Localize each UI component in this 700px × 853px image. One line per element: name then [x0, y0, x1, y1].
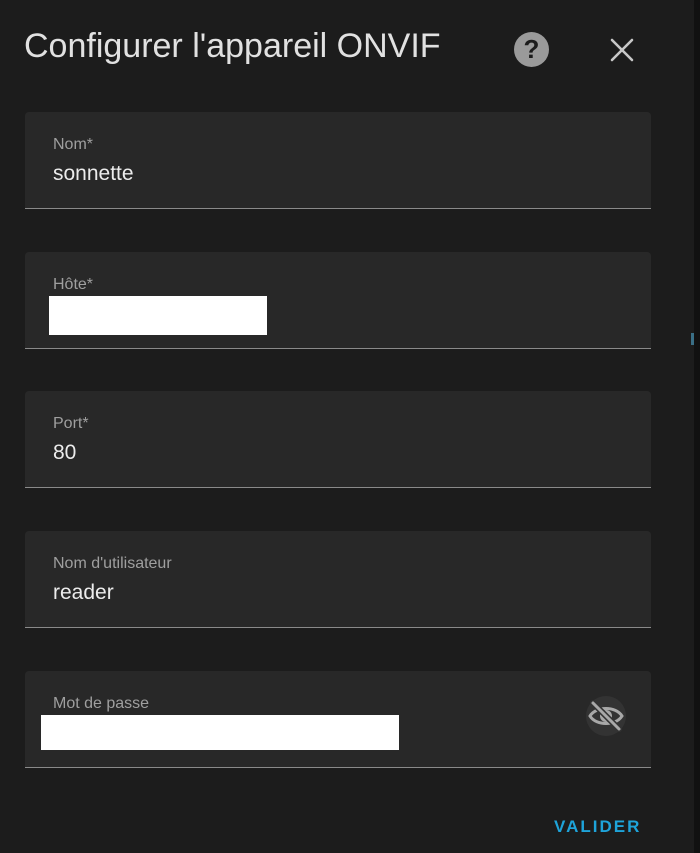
- port-field-value[interactable]: 80: [53, 441, 76, 465]
- username-field-value[interactable]: reader: [53, 581, 114, 605]
- submit-button[interactable]: VALIDER: [548, 810, 647, 844]
- host-field[interactable]: Hôte*: [25, 252, 651, 349]
- username-field[interactable]: Nom d'utilisateur reader: [25, 531, 651, 628]
- name-field-label: Nom*: [53, 136, 94, 153]
- eye-off-icon: [588, 700, 624, 732]
- close-button[interactable]: [600, 28, 644, 72]
- host-field-label: Hôte*: [53, 276, 94, 293]
- port-field-label: Port*: [53, 415, 89, 432]
- name-field[interactable]: Nom* sonnette: [25, 112, 651, 209]
- help-circle-icon[interactable]: ?: [514, 32, 549, 67]
- background-edge: [694, 0, 700, 853]
- host-input[interactable]: [49, 296, 267, 335]
- dialog-title: Configurer l'appareil ONVIF: [24, 27, 441, 65]
- username-field-label: Nom d'utilisateur: [53, 555, 172, 572]
- port-field[interactable]: Port* 80: [25, 391, 651, 488]
- password-field[interactable]: Mot de passe: [25, 671, 651, 768]
- config-dialog: Configurer l'appareil ONVIF ? Nom* sonne…: [0, 0, 694, 853]
- dialog-header: Configurer l'appareil ONVIF ?: [0, 0, 694, 96]
- name-field-value[interactable]: sonnette: [53, 162, 134, 186]
- background-edge-marker: [691, 333, 694, 345]
- close-icon: [610, 38, 634, 62]
- password-field-label: Mot de passe: [53, 695, 150, 712]
- password-visibility-toggle[interactable]: [584, 694, 628, 738]
- password-input[interactable]: [41, 715, 399, 750]
